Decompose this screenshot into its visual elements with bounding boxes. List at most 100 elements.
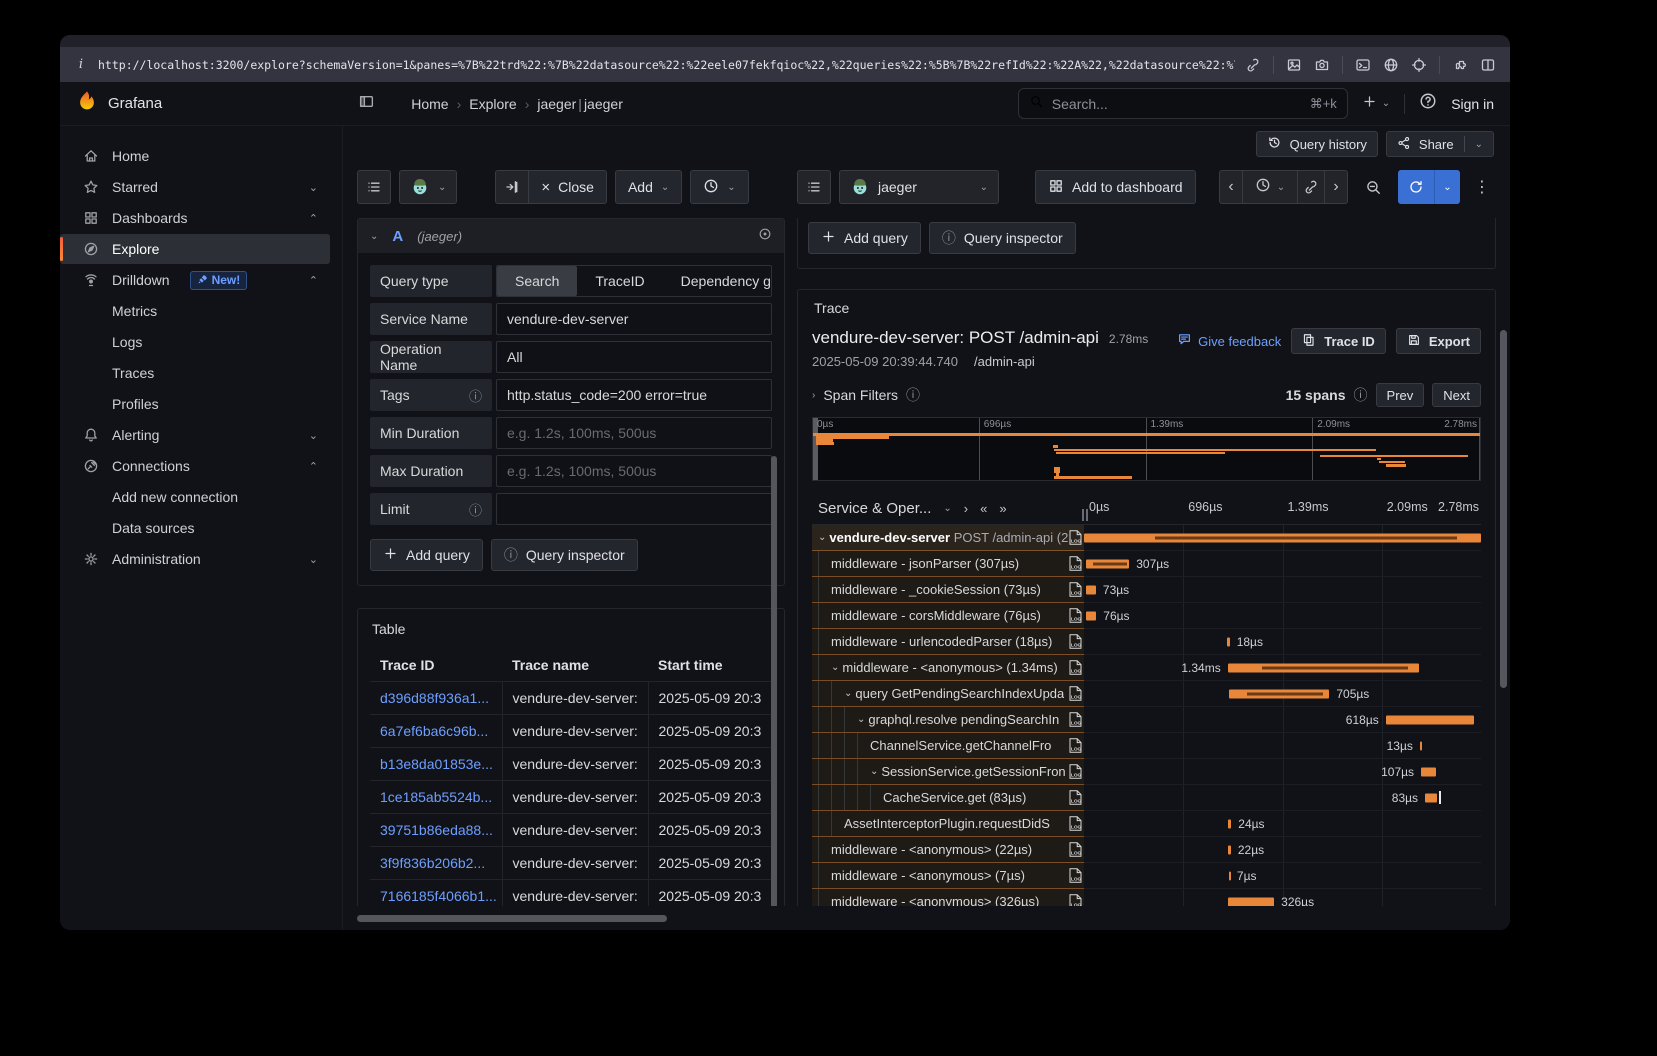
sidebar-item-logs[interactable]: Logs	[60, 327, 330, 357]
add-query-button-left[interactable]: Add query	[370, 539, 483, 571]
span-name[interactable]: ⌄graphql.resolve pendingSearchInLOG	[812, 707, 1084, 733]
sidebar-item-data-sources[interactable]: Data sources	[60, 513, 330, 543]
datasource-picker-right[interactable]: jaeger ⌄	[839, 170, 999, 204]
span-timeline[interactable]: 18µs	[1084, 629, 1481, 655]
sidebar-item-administration[interactable]: Administration⌄	[60, 544, 330, 574]
add-dropdown-button[interactable]: Add⌄	[615, 170, 682, 204]
span-timeline[interactable]: 24µs	[1084, 811, 1481, 837]
span-bar[interactable]	[1228, 663, 1419, 672]
log-icon[interactable]: LOG	[1069, 738, 1082, 753]
span-name[interactable]: ChannelService.getChannelFroLOG	[812, 733, 1084, 759]
span-bar[interactable]	[1084, 533, 1481, 542]
log-icon[interactable]: LOG	[1069, 790, 1082, 805]
span-timeline[interactable]: 76µs	[1084, 603, 1481, 629]
share-button[interactable]: Share ⌄	[1386, 131, 1494, 157]
trace-id-link[interactable]: 3f9f836b206b2...	[380, 855, 485, 871]
trace-id-link[interactable]: 6a7ef6ba6c96b...	[380, 723, 488, 739]
field-input-min-duration[interactable]: e.g. 1.2s, 100ms, 500us	[496, 417, 772, 449]
span-filters-toggle[interactable]: › Span Filters ⓘ	[812, 385, 920, 405]
chevron-down-icon[interactable]: ⌄	[943, 503, 951, 514]
mega-menu-dock-icon[interactable]	[358, 93, 375, 115]
column-header-trace-id[interactable]: Trace ID	[370, 649, 502, 682]
span-timeline[interactable]: 326µs	[1084, 889, 1481, 906]
log-icon[interactable]: LOG	[1069, 764, 1082, 779]
new-button[interactable]: ⌄	[1362, 94, 1390, 114]
span-bar[interactable]	[1425, 793, 1437, 802]
span-name[interactable]: middleware - _cookieSession (73µs)LOG	[812, 577, 1084, 603]
prev-button[interactable]: Prev	[1376, 383, 1425, 407]
kebab-menu-icon[interactable]: ⋮	[1468, 177, 1496, 197]
sidebar-item-metrics[interactable]: Metrics	[60, 296, 330, 326]
span-timeline[interactable]: 7µs	[1084, 863, 1481, 889]
chevron-down-icon[interactable]: ⌄	[870, 766, 878, 777]
span-timeline[interactable]: 705µs	[1084, 681, 1481, 707]
span-timeline[interactable]: 1.34ms	[1084, 655, 1481, 681]
split-view-icon[interactable]	[1480, 57, 1496, 73]
span-bar[interactable]	[1420, 741, 1422, 750]
span-timeline[interactable]: 83µs	[1084, 785, 1481, 811]
log-icon[interactable]: LOG	[1069, 894, 1082, 906]
span-timeline[interactable]: 307µs	[1084, 551, 1481, 577]
time-shift-back-icon[interactable]: ‹	[1219, 170, 1243, 204]
span-timeline[interactable]: 618µs	[1084, 707, 1481, 733]
field-input-max-duration[interactable]: e.g. 1.2s, 100ms, 500us	[496, 455, 772, 487]
trace-id-link[interactable]: b13e8da01853e...	[380, 756, 493, 772]
image-icon[interactable]	[1286, 57, 1302, 73]
sign-in-button[interactable]: Sign in	[1451, 96, 1494, 112]
field-input-service-name[interactable]: vendure-dev-server	[496, 303, 772, 335]
span-bar[interactable]	[1086, 585, 1096, 594]
sidebar-item-starred[interactable]: Starred⌄	[60, 172, 330, 202]
log-icon[interactable]: LOG	[1069, 556, 1082, 571]
span-timeline[interactable]	[1084, 525, 1481, 551]
log-icon[interactable]: LOG	[1069, 686, 1082, 701]
span-name[interactable]: ⌄query GetPendingSearchIndexUpdaLOG	[812, 681, 1084, 707]
copy-link-icon[interactable]	[1245, 57, 1261, 73]
query-type-dependency-graph[interactable]: Dependency graph	[663, 266, 772, 296]
sidebar-item-explore[interactable]: Explore	[60, 234, 330, 264]
datasource-picker-left[interactable]: ⌄	[399, 170, 457, 204]
log-icon[interactable]: LOG	[1069, 608, 1082, 623]
trace-id-button[interactable]: Trace ID	[1291, 328, 1386, 354]
chevron-down-icon[interactable]: ⌄	[831, 662, 839, 673]
run-query-button[interactable]: ⌄	[1398, 170, 1460, 204]
trace-id-link[interactable]: 7166185f4066b1...	[380, 888, 497, 904]
sidebar-item-profiles[interactable]: Profiles	[60, 389, 330, 419]
field-input-limit[interactable]	[496, 493, 772, 525]
query-type-search[interactable]: Search	[497, 266, 577, 296]
field-input-operation-name[interactable]: All	[496, 341, 772, 373]
span-name[interactable]: middleware - <anonymous> (326µs)LOG	[812, 889, 1084, 906]
breadcrumb-home[interactable]: Home	[411, 96, 448, 112]
column-header-trace-name[interactable]: Trace name	[502, 649, 648, 682]
log-icon[interactable]: LOG	[1069, 634, 1082, 649]
chevron-down-icon[interactable]: ⌄	[844, 688, 852, 699]
log-icon[interactable]: LOG	[1069, 660, 1082, 675]
span-name[interactable]: ⌄SessionService.getSessionFronLOG	[812, 759, 1084, 785]
log-icon[interactable]: LOG	[1069, 816, 1082, 831]
span-bar[interactable]	[1228, 897, 1274, 906]
chevron-right-icon[interactable]: ›	[964, 501, 968, 516]
query-type-traceid[interactable]: TraceID	[577, 266, 662, 296]
span-timeline[interactable]: 22µs	[1084, 837, 1481, 863]
collapse-all-icon[interactable]: «	[980, 501, 987, 516]
query-inspector-button-right[interactable]: ⓘQuery inspector	[929, 222, 1076, 254]
time-picker-left[interactable]: ⌄	[690, 170, 748, 204]
trace-id-link[interactable]: d396d88f936a1...	[380, 690, 489, 706]
window-scrollbar[interactable]	[1500, 330, 1507, 688]
span-bar[interactable]	[1421, 767, 1436, 776]
span-name[interactable]: middleware - corsMiddleware (76µs)LOG	[812, 603, 1084, 629]
help-icon[interactable]	[1419, 92, 1437, 115]
span-timeline[interactable]: 73µs	[1084, 577, 1481, 603]
log-icon[interactable]: LOG	[1069, 868, 1082, 883]
zoom-out-icon[interactable]	[1356, 170, 1390, 204]
span-bar[interactable]	[1086, 559, 1130, 568]
span-name[interactable]: CacheService.get (83µs)LOG	[812, 785, 1084, 811]
crosshair-icon[interactable]	[1411, 57, 1427, 73]
trace-id-link[interactable]: 1ce185ab5524b...	[380, 789, 492, 805]
sidebar-item-add-new-connection[interactable]: Add new connection	[60, 482, 330, 512]
log-icon[interactable]: LOG	[1069, 842, 1082, 857]
sidebar-item-home[interactable]: Home	[60, 141, 330, 171]
span-name[interactable]: ⌄middleware - <anonymous> (1.34ms)LOG	[812, 655, 1084, 681]
log-icon[interactable]: LOG	[1069, 530, 1082, 545]
span-name[interactable]: middleware - <anonymous> (7µs)LOG	[812, 863, 1084, 889]
close-pane-button[interactable]: ×Close	[528, 170, 607, 204]
